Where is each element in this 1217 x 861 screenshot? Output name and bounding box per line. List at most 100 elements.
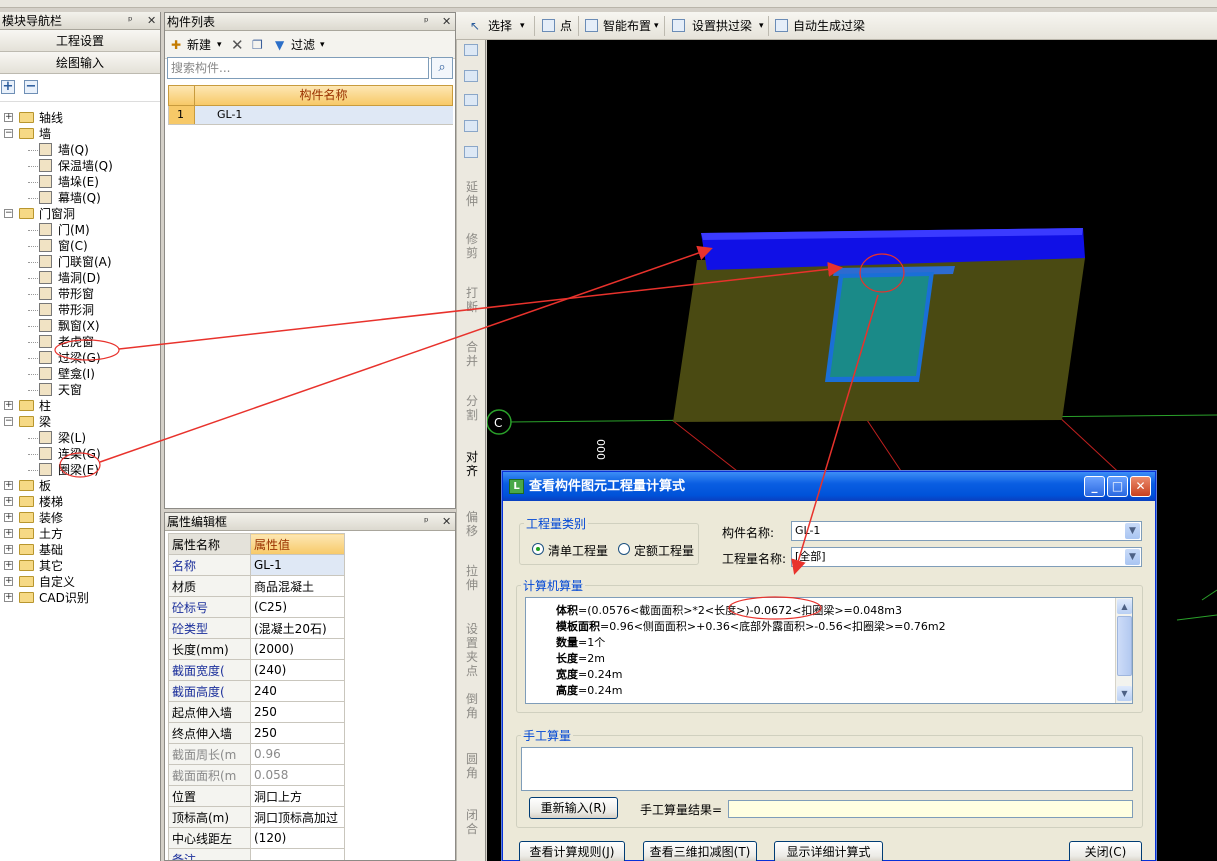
property-row[interactable]: 位置 洞口上方 (168, 785, 345, 807)
tree-item[interactable]: 墙垛(E) (0, 174, 160, 190)
scrollbar[interactable]: ▲ ▼ (1115, 598, 1132, 703)
expand-icon[interactable]: + (4, 513, 13, 522)
collapse-icon[interactable]: − (4, 209, 13, 218)
tree-item[interactable]: 窗(C) (0, 238, 160, 254)
tree-item[interactable]: 老虎窗 (0, 334, 160, 350)
tool-icon[interactable] (464, 120, 478, 132)
property-row[interactable]: 砼标号 (C25) (168, 596, 345, 618)
collapse-all-icon[interactable]: − (24, 80, 38, 94)
tree-folder[interactable]: + 楼梯 (0, 494, 160, 510)
property-row[interactable]: 截面宽度((240) (168, 659, 345, 681)
tool-icon[interactable] (464, 94, 478, 106)
tree-folder[interactable]: + 基础 (0, 542, 160, 558)
calc-formula-textarea[interactable]: 体积=(0.0576<截面面积>*2<长度>)-0.0672<扣圈梁>=0.04… (525, 597, 1133, 704)
reinput-button[interactable]: 重新输入(R) (529, 797, 618, 819)
radio-quota-quantity[interactable]: 定额工程量 (618, 542, 708, 558)
point-button[interactable]: 点 (560, 17, 572, 35)
expand-icon[interactable]: + (4, 561, 13, 570)
tree-item[interactable]: 连梁(G) (0, 446, 160, 462)
vertical-tool-0[interactable]: 延伸 (461, 180, 483, 208)
view-3d-deduction-button[interactable]: 查看三维扣减图(T) (643, 841, 757, 861)
expand-icon[interactable]: + (4, 529, 13, 538)
table-row[interactable]: 1 GL-1 (168, 106, 453, 125)
vertical-tool-4[interactable]: 分割 (461, 394, 483, 422)
collapse-icon[interactable]: − (4, 417, 13, 426)
search-icon[interactable]: ⌕ (431, 57, 453, 79)
vertical-tool-10[interactable]: 圆角 (461, 752, 483, 780)
manual-calc-textarea[interactable] (521, 747, 1133, 791)
tool-icon[interactable] (464, 146, 478, 158)
maximize-icon[interactable]: □ (1107, 476, 1128, 497)
tree-folder[interactable]: − 门窗洞 (0, 206, 160, 222)
tree-item[interactable]: 墙(Q) (0, 142, 160, 158)
draw-input-button[interactable]: 绘图输入 (0, 52, 160, 74)
tree-folder[interactable]: + 装修 (0, 510, 160, 526)
property-value[interactable]: (2000) (250, 638, 345, 660)
arch-lintel-button[interactable]: 设置拱过梁 (692, 17, 752, 35)
property-value[interactable]: 洞口顶标高加过 (250, 806, 345, 828)
expand-icon[interactable]: + (4, 577, 13, 586)
property-row[interactable]: 截面高度(240 (168, 680, 345, 702)
property-value[interactable]: (120) (250, 827, 345, 849)
tree-item[interactable]: 圈梁(E) (0, 462, 160, 478)
component-name-select[interactable]: GL-1 ▼ (791, 521, 1142, 541)
filter-button[interactable]: 过滤 (291, 36, 315, 54)
expand-icon[interactable]: + (4, 545, 13, 554)
tree-item[interactable]: 幕墙(Q) (0, 190, 160, 206)
property-row[interactable]: 截面周长(m 0.96 (168, 743, 345, 765)
tree-folder[interactable]: − 墙 (0, 126, 160, 142)
property-value[interactable]: 洞口上方 (250, 785, 345, 807)
project-settings-button[interactable]: 工程设置 (0, 30, 160, 52)
tree-item[interactable]: 过梁(G) (0, 350, 160, 366)
vertical-tool-6[interactable]: 偏移 (461, 510, 483, 538)
property-value[interactable]: 240 (250, 680, 345, 702)
minimize-icon[interactable]: _ (1084, 476, 1105, 497)
tree-folder[interactable]: + 柱 (0, 398, 160, 414)
show-detail-formula-button[interactable]: 显示详细计算式 (774, 841, 883, 861)
tree-item[interactable]: 墙洞(D) (0, 270, 160, 286)
tool-icon[interactable] (464, 70, 478, 82)
property-row[interactable]: 截面面积(m 0.058 (168, 764, 345, 786)
property-row[interactable]: 中心线距左 (120) (168, 827, 345, 849)
close-icon[interactable]: ✕ (442, 13, 451, 31)
collapse-icon[interactable]: − (4, 129, 13, 138)
tree-item[interactable]: 门联窗(A) (0, 254, 160, 270)
vertical-tool-1[interactable]: 修剪 (461, 232, 483, 260)
cursor-icon[interactable]: ↖ (470, 17, 480, 35)
property-row[interactable]: 备注 (168, 848, 345, 860)
tree-folder[interactable]: + 土方 (0, 526, 160, 542)
property-value[interactable]: 0.058 (250, 764, 345, 786)
radio-bill-quantity[interactable]: 清单工程量 (532, 542, 622, 558)
vertical-tool-7[interactable]: 拉伸 (461, 564, 483, 592)
search-input[interactable]: 搜索构件... (167, 57, 429, 79)
tree-item[interactable]: 飘窗(X) (0, 318, 160, 334)
property-row[interactable]: 材质 商品混凝土 (168, 575, 345, 597)
tree-folder[interactable]: + 轴线 (0, 110, 160, 126)
tree-item[interactable]: 壁龛(I) (0, 366, 160, 382)
property-value[interactable]: 250 (250, 701, 345, 723)
vertical-tool-9[interactable]: 倒角 (461, 692, 483, 720)
expand-icon[interactable]: + (4, 481, 13, 490)
col-component-name[interactable]: 构件名称 (195, 86, 452, 105)
property-value[interactable]: (C25) (250, 596, 345, 618)
close-icon[interactable]: ✕ (442, 513, 451, 531)
quantity-name-select[interactable]: [全部] ▼ (791, 547, 1142, 567)
property-value[interactable]: 250 (250, 722, 345, 744)
tree-item[interactable]: 带形洞 (0, 302, 160, 318)
tree-folder[interactable]: + 自定义 (0, 574, 160, 590)
expand-icon[interactable]: + (4, 497, 13, 506)
pin-icon[interactable]: ᵖ (424, 513, 429, 531)
tree-item[interactable]: 门(M) (0, 222, 160, 238)
close-button[interactable]: 关闭(C) (1069, 841, 1142, 861)
property-row[interactable]: 终点伸入墙 250 (168, 722, 345, 744)
close-icon[interactable]: ✕ (147, 12, 156, 30)
tree-folder[interactable]: − 梁 (0, 414, 160, 430)
property-row[interactable]: 长度(mm) (2000) (168, 638, 345, 660)
close-icon[interactable]: ✕ (1130, 476, 1151, 497)
tree-item[interactable]: 梁(L) (0, 430, 160, 446)
smart-layout-button[interactable]: 智能布置 (603, 17, 651, 35)
row-component-name[interactable]: GL-1 (195, 106, 453, 124)
tool-icon[interactable] (464, 44, 478, 56)
new-icon[interactable]: ✚ (171, 36, 181, 54)
new-button[interactable]: 新建 (187, 36, 211, 54)
